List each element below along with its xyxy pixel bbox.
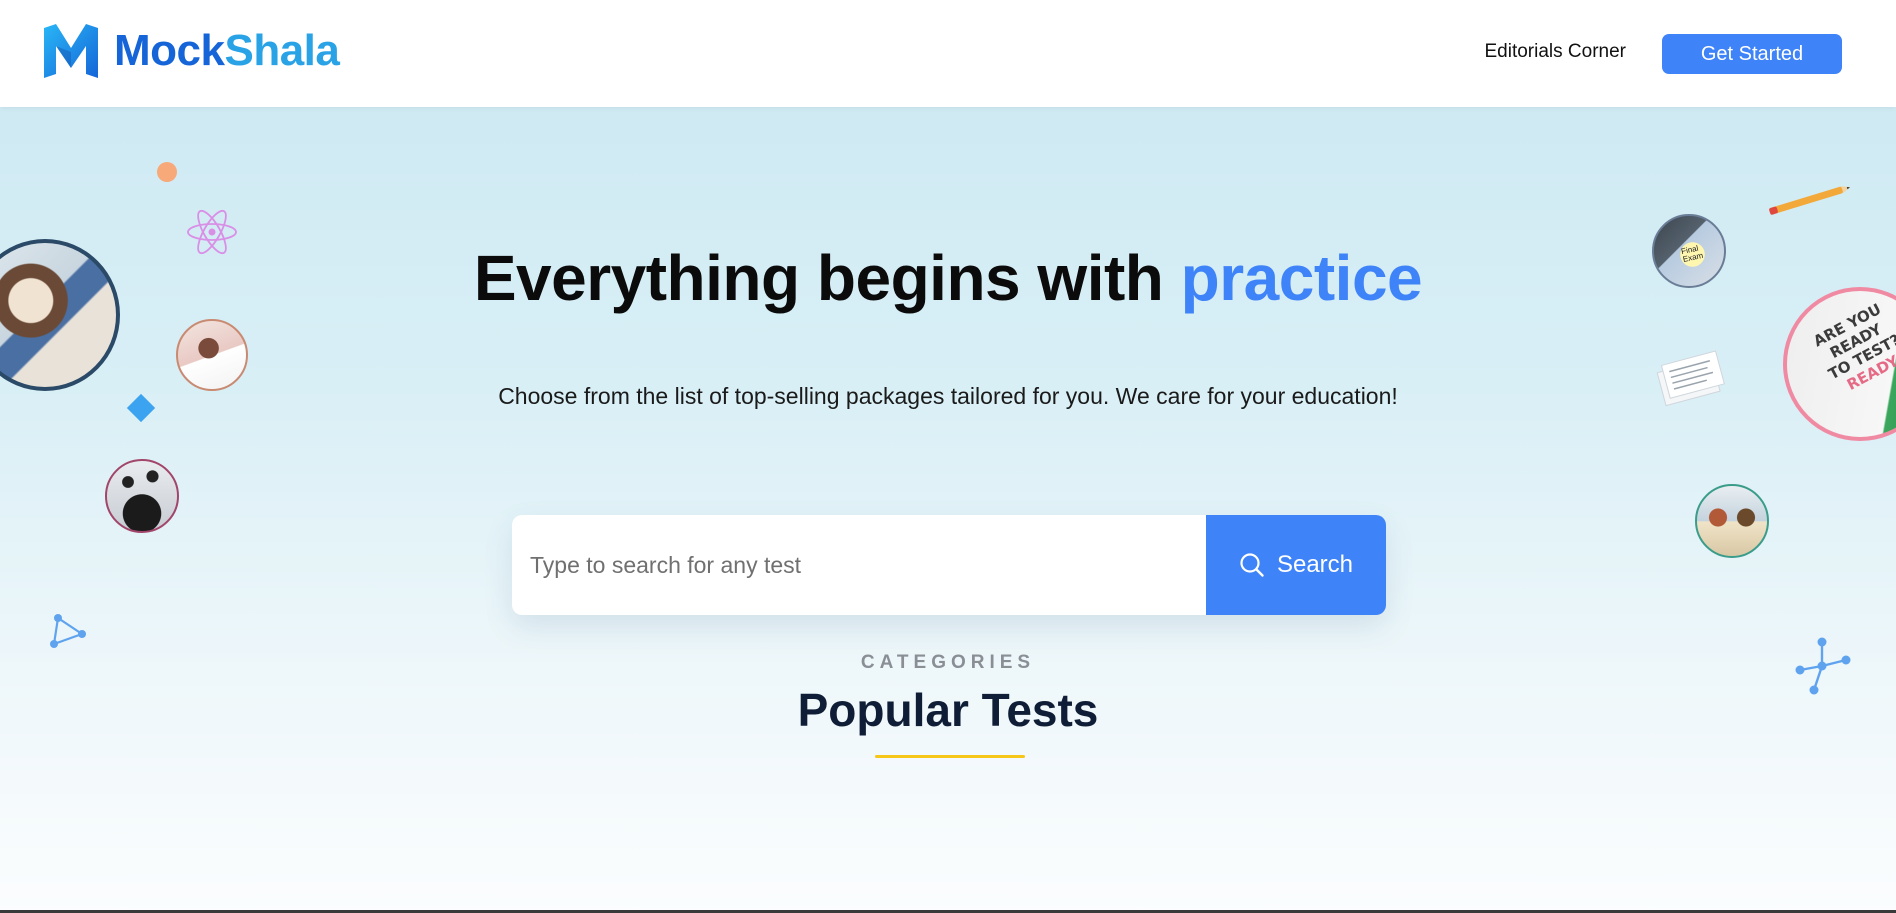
- get-started-button[interactable]: Get Started: [1662, 34, 1842, 74]
- molecule-icon-left: [50, 614, 86, 648]
- search-input[interactable]: [512, 515, 1206, 615]
- hero-section: Final Exam ARE YOU READY TO TEST? READY E…: [0, 107, 1896, 913]
- categories-eyebrow: CATEGORIES: [860, 652, 1036, 673]
- nav-editorials-corner[interactable]: Editorials Corner: [1485, 41, 1627, 63]
- search-icon: [1240, 553, 1264, 577]
- hero-subheadline: Choose from the list of top-selling pack…: [498, 383, 1398, 409]
- search-button[interactable]: Search: [1206, 515, 1386, 615]
- logo-mark-icon: [44, 24, 98, 78]
- site-header: MockShala Editorials Corner Get Started: [0, 0, 1896, 107]
- student-writing-photo: [176, 319, 248, 391]
- search-button-label: Search: [1276, 551, 1354, 578]
- headline-main: Everything begins with: [473, 242, 1181, 314]
- search-box: Search: [512, 515, 1386, 615]
- kids-studying-photo: [1695, 484, 1769, 558]
- decor-orange-dot: [157, 162, 177, 182]
- hero-headline: Everything begins with practice: [0, 241, 1896, 315]
- graduation-photo: [105, 459, 179, 533]
- brand-name: MockShala: [114, 26, 340, 75]
- pencil-icon: [1769, 186, 1851, 215]
- title-underline: [875, 755, 1025, 758]
- popular-tests-title: Popular Tests: [797, 684, 1099, 736]
- brand-logo[interactable]: MockShala: [42, 22, 340, 80]
- headline-accent: practice: [1180, 242, 1423, 314]
